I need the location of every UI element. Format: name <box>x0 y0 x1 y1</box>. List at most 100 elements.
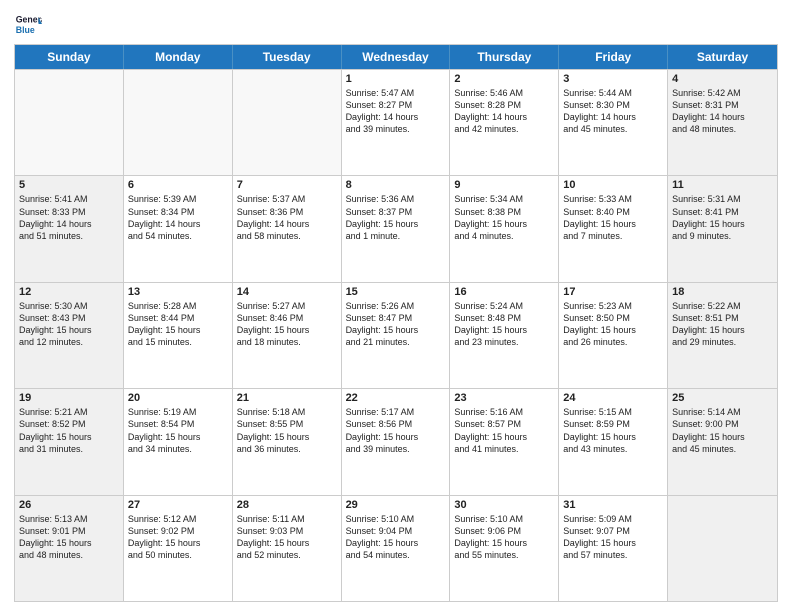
day-number: 29 <box>346 499 446 511</box>
cal-cell-1-2 <box>124 70 233 175</box>
cal-cell-4-5: 23 Sunrise: 5:16 AM Sunset: 8:57 PM Dayli… <box>450 389 559 494</box>
cal-cell-2-1: 5 Sunrise: 5:41 AM Sunset: 8:33 PM Daylig… <box>15 176 124 281</box>
cal-cell-2-6: 10 Sunrise: 5:33 AM Sunset: 8:40 PM Dayli… <box>559 176 668 281</box>
cell-info: Sunrise: 5:36 AM Sunset: 8:37 PM Dayligh… <box>346 193 446 242</box>
day-number: 14 <box>237 286 337 298</box>
day-number: 16 <box>454 286 554 298</box>
calendar: SundayMondayTuesdayWednesdayThursdayFrid… <box>14 44 778 602</box>
cell-info: Sunrise: 5:17 AM Sunset: 8:56 PM Dayligh… <box>346 406 446 455</box>
header-day-tuesday: Tuesday <box>233 45 342 69</box>
cal-cell-3-4: 15 Sunrise: 5:26 AM Sunset: 8:47 PM Dayli… <box>342 283 451 388</box>
calendar-header: SundayMondayTuesdayWednesdayThursdayFrid… <box>15 45 777 69</box>
day-number: 24 <box>563 392 663 404</box>
day-number: 10 <box>563 179 663 191</box>
cell-info: Sunrise: 5:14 AM Sunset: 9:00 PM Dayligh… <box>672 406 773 455</box>
cell-info: Sunrise: 5:46 AM Sunset: 8:28 PM Dayligh… <box>454 87 554 136</box>
cell-info: Sunrise: 5:16 AM Sunset: 8:57 PM Dayligh… <box>454 406 554 455</box>
day-number: 8 <box>346 179 446 191</box>
week-row-2: 5 Sunrise: 5:41 AM Sunset: 8:33 PM Daylig… <box>15 175 777 281</box>
cell-info: Sunrise: 5:34 AM Sunset: 8:38 PM Dayligh… <box>454 193 554 242</box>
cell-info: Sunrise: 5:39 AM Sunset: 8:34 PM Dayligh… <box>128 193 228 242</box>
day-number: 13 <box>128 286 228 298</box>
header-day-saturday: Saturday <box>668 45 777 69</box>
header-day-wednesday: Wednesday <box>342 45 451 69</box>
day-number: 15 <box>346 286 446 298</box>
header-day-sunday: Sunday <box>15 45 124 69</box>
cal-cell-4-6: 24 Sunrise: 5:15 AM Sunset: 8:59 PM Dayli… <box>559 389 668 494</box>
cal-cell-1-7: 4 Sunrise: 5:42 AM Sunset: 8:31 PM Daylig… <box>668 70 777 175</box>
svg-text:Blue: Blue <box>16 25 35 35</box>
svg-text:General: General <box>16 14 42 24</box>
cell-info: Sunrise: 5:21 AM Sunset: 8:52 PM Dayligh… <box>19 406 119 455</box>
cal-cell-3-2: 13 Sunrise: 5:28 AM Sunset: 8:44 PM Dayli… <box>124 283 233 388</box>
week-row-4: 19Sunrise: 5:21 AM Sunset: 8:52 PM Dayli… <box>15 388 777 494</box>
week-row-5: 26Sunrise: 5:13 AM Sunset: 9:01 PM Dayli… <box>15 495 777 601</box>
day-number: 9 <box>454 179 554 191</box>
cal-cell-5-6: 31Sunrise: 5:09 AM Sunset: 9:07 PM Dayli… <box>559 496 668 601</box>
day-number: 28 <box>237 499 337 511</box>
day-number: 5 <box>19 179 119 191</box>
day-number: 1 <box>346 73 446 85</box>
cal-cell-2-3: 7 Sunrise: 5:37 AM Sunset: 8:36 PM Daylig… <box>233 176 342 281</box>
cell-info: Sunrise: 5:28 AM Sunset: 8:44 PM Dayligh… <box>128 300 228 349</box>
day-number: 6 <box>128 179 228 191</box>
day-number: 17 <box>563 286 663 298</box>
day-number: 20 <box>128 392 228 404</box>
cell-info: Sunrise: 5:41 AM Sunset: 8:33 PM Dayligh… <box>19 193 119 242</box>
day-number: 7 <box>237 179 337 191</box>
day-number: 4 <box>672 73 773 85</box>
cal-cell-3-6: 17 Sunrise: 5:23 AM Sunset: 8:50 PM Dayli… <box>559 283 668 388</box>
cal-cell-2-4: 8 Sunrise: 5:36 AM Sunset: 8:37 PM Daylig… <box>342 176 451 281</box>
cal-cell-3-5: 16 Sunrise: 5:24 AM Sunset: 8:48 PM Dayli… <box>450 283 559 388</box>
day-number: 31 <box>563 499 663 511</box>
cal-cell-1-4: 1Sunrise: 5:47 AM Sunset: 8:27 PM Daylig… <box>342 70 451 175</box>
day-number: 12 <box>19 286 119 298</box>
cell-info: Sunrise: 5:26 AM Sunset: 8:47 PM Dayligh… <box>346 300 446 349</box>
cal-cell-2-5: 9 Sunrise: 5:34 AM Sunset: 8:38 PM Daylig… <box>450 176 559 281</box>
logo: General Blue <box>14 10 42 38</box>
cell-info: Sunrise: 5:37 AM Sunset: 8:36 PM Dayligh… <box>237 193 337 242</box>
cell-info: Sunrise: 5:10 AM Sunset: 9:06 PM Dayligh… <box>454 513 554 562</box>
page-header: General Blue <box>14 10 778 38</box>
cal-cell-1-6: 3Sunrise: 5:44 AM Sunset: 8:30 PM Daylig… <box>559 70 668 175</box>
cal-cell-4-2: 20 Sunrise: 5:19 AM Sunset: 8:54 PM Dayli… <box>124 389 233 494</box>
cal-cell-5-5: 30Sunrise: 5:10 AM Sunset: 9:06 PM Dayli… <box>450 496 559 601</box>
cal-cell-5-7 <box>668 496 777 601</box>
cal-cell-4-1: 19Sunrise: 5:21 AM Sunset: 8:52 PM Dayli… <box>15 389 124 494</box>
week-row-3: 12 Sunrise: 5:30 AM Sunset: 8:43 PM Dayli… <box>15 282 777 388</box>
cal-cell-5-4: 29 Sunrise: 5:10 AM Sunset: 9:04 PM Dayli… <box>342 496 451 601</box>
header-day-thursday: Thursday <box>450 45 559 69</box>
cal-cell-2-7: 11 Sunrise: 5:31 AM Sunset: 8:41 PM Dayli… <box>668 176 777 281</box>
cal-cell-2-2: 6 Sunrise: 5:39 AM Sunset: 8:34 PM Daylig… <box>124 176 233 281</box>
week-row-1: 1Sunrise: 5:47 AM Sunset: 8:27 PM Daylig… <box>15 69 777 175</box>
cell-info: Sunrise: 5:44 AM Sunset: 8:30 PM Dayligh… <box>563 87 663 136</box>
logo-icon: General Blue <box>14 10 42 38</box>
day-number: 25 <box>672 392 773 404</box>
day-number: 11 <box>672 179 773 191</box>
header-day-friday: Friday <box>559 45 668 69</box>
cell-info: Sunrise: 5:33 AM Sunset: 8:40 PM Dayligh… <box>563 193 663 242</box>
cell-info: Sunrise: 5:31 AM Sunset: 8:41 PM Dayligh… <box>672 193 773 242</box>
cal-cell-4-4: 22 Sunrise: 5:17 AM Sunset: 8:56 PM Dayli… <box>342 389 451 494</box>
cell-info: Sunrise: 5:23 AM Sunset: 8:50 PM Dayligh… <box>563 300 663 349</box>
day-number: 27 <box>128 499 228 511</box>
day-number: 2 <box>454 73 554 85</box>
cell-info: Sunrise: 5:42 AM Sunset: 8:31 PM Dayligh… <box>672 87 773 136</box>
day-number: 23 <box>454 392 554 404</box>
cell-info: Sunrise: 5:11 AM Sunset: 9:03 PM Dayligh… <box>237 513 337 562</box>
cell-info: Sunrise: 5:27 AM Sunset: 8:46 PM Dayligh… <box>237 300 337 349</box>
cell-info: Sunrise: 5:24 AM Sunset: 8:48 PM Dayligh… <box>454 300 554 349</box>
cal-cell-1-1 <box>15 70 124 175</box>
cell-info: Sunrise: 5:10 AM Sunset: 9:04 PM Dayligh… <box>346 513 446 562</box>
cell-info: Sunrise: 5:30 AM Sunset: 8:43 PM Dayligh… <box>19 300 119 349</box>
day-number: 22 <box>346 392 446 404</box>
cell-info: Sunrise: 5:15 AM Sunset: 8:59 PM Dayligh… <box>563 406 663 455</box>
day-number: 21 <box>237 392 337 404</box>
calendar-body: 1Sunrise: 5:47 AM Sunset: 8:27 PM Daylig… <box>15 69 777 601</box>
cal-cell-3-7: 18Sunrise: 5:22 AM Sunset: 8:51 PM Dayli… <box>668 283 777 388</box>
cell-info: Sunrise: 5:19 AM Sunset: 8:54 PM Dayligh… <box>128 406 228 455</box>
cal-cell-1-3 <box>233 70 342 175</box>
cal-cell-1-5: 2 Sunrise: 5:46 AM Sunset: 8:28 PM Daylig… <box>450 70 559 175</box>
day-number: 18 <box>672 286 773 298</box>
cell-info: Sunrise: 5:18 AM Sunset: 8:55 PM Dayligh… <box>237 406 337 455</box>
